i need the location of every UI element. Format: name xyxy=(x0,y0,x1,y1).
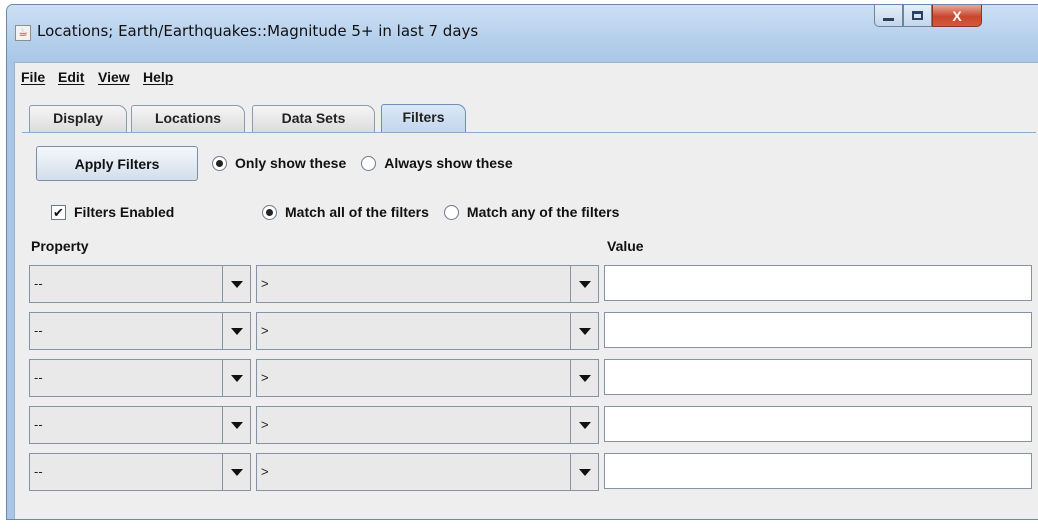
window-controls: X xyxy=(874,5,982,27)
chevron-down-icon xyxy=(230,327,243,335)
filters-enabled-checkbox[interactable]: ✔ xyxy=(51,204,66,220)
tab-data-sets[interactable]: Data Sets xyxy=(252,105,375,132)
value-input[interactable] xyxy=(604,453,1032,489)
radio-only-show[interactable] xyxy=(212,155,227,171)
operator-dropdown-value: > xyxy=(261,464,269,479)
match-mode-group: Match all of the filters Match any of th… xyxy=(262,204,619,220)
operator-dropdown[interactable]: > xyxy=(256,359,599,397)
operator-dropdown-value: > xyxy=(261,417,269,432)
minimize-icon xyxy=(883,18,894,21)
chevron-down-icon xyxy=(230,421,243,429)
dropdown-arrow-button[interactable] xyxy=(222,407,250,443)
property-dropdown[interactable]: -- xyxy=(29,359,251,397)
chevron-down-icon xyxy=(578,327,591,335)
dropdown-arrow-button[interactable] xyxy=(570,407,598,443)
value-input[interactable] xyxy=(604,406,1032,442)
operator-dropdown-value: > xyxy=(261,323,269,338)
dropdown-arrow-button[interactable] xyxy=(222,266,250,302)
radio-match-all-label: Match all of the filters xyxy=(285,204,429,220)
property-dropdown-value: -- xyxy=(34,323,43,338)
property-dropdown[interactable]: -- xyxy=(29,312,251,350)
dropdown-arrow-button[interactable] xyxy=(222,313,250,349)
window-title: Locations; Earth/Earthquakes::Magnitude … xyxy=(37,22,479,40)
chevron-down-icon xyxy=(578,468,591,476)
property-dropdown[interactable]: -- xyxy=(29,265,251,303)
tab-locations[interactable]: Locations xyxy=(131,105,245,132)
property-dropdown[interactable]: -- xyxy=(29,406,251,444)
radio-match-any[interactable] xyxy=(443,204,459,220)
property-dropdown-value: -- xyxy=(34,370,43,385)
maximize-button[interactable] xyxy=(903,5,932,27)
chevron-down-icon xyxy=(230,280,243,288)
tab-divider xyxy=(22,132,1036,133)
value-input[interactable] xyxy=(604,359,1032,395)
property-column-header: Property xyxy=(31,238,89,254)
close-button[interactable]: X xyxy=(932,5,982,27)
radio-match-all[interactable] xyxy=(262,204,277,220)
menu-view[interactable]: View xyxy=(98,69,130,85)
close-icon: X xyxy=(952,7,962,24)
dropdown-arrow-button[interactable] xyxy=(222,454,250,490)
operator-dropdown[interactable]: > xyxy=(256,265,599,303)
property-dropdown-value: -- xyxy=(34,276,43,291)
app-window: ☕ Locations; Earth/Earthquakes::Magnitud… xyxy=(6,4,1038,520)
value-input[interactable] xyxy=(604,312,1032,348)
menu-bar: File Edit View Help xyxy=(15,63,1038,91)
radio-match-any-label: Match any of the filters xyxy=(466,204,620,220)
tab-display[interactable]: Display xyxy=(29,105,127,132)
operator-dropdown[interactable]: > xyxy=(256,453,599,491)
radio-only-show-label: Only show these xyxy=(235,155,347,171)
maximize-icon xyxy=(912,11,923,20)
radio-always-show-label: Always show these xyxy=(384,155,513,171)
radio-selected-dot xyxy=(266,208,273,216)
value-input[interactable] xyxy=(604,265,1032,301)
tab-filters[interactable]: Filters xyxy=(381,104,466,132)
chevron-down-icon xyxy=(578,421,591,429)
operator-dropdown[interactable]: > xyxy=(256,312,599,350)
property-dropdown[interactable]: -- xyxy=(29,453,251,491)
filters-enabled-label: Filters Enabled xyxy=(74,204,175,220)
property-dropdown-value: -- xyxy=(34,417,43,432)
title-bar[interactable]: ☕ Locations; Earth/Earthquakes::Magnitud… xyxy=(7,5,1038,61)
dropdown-arrow-button[interactable] xyxy=(570,266,598,302)
value-column-header: Value xyxy=(607,238,644,254)
chevron-down-icon xyxy=(578,280,591,288)
dropdown-arrow-button[interactable] xyxy=(570,313,598,349)
show-mode-group: Only show these Always show these xyxy=(212,155,513,171)
menu-edit[interactable]: Edit xyxy=(58,69,84,85)
minimize-button[interactable] xyxy=(874,5,903,27)
radio-selected-dot xyxy=(216,159,223,167)
apply-filters-button[interactable]: Apply Filters xyxy=(36,146,198,181)
operator-dropdown[interactable]: > xyxy=(256,406,599,444)
menu-help[interactable]: Help xyxy=(143,69,173,85)
chevron-down-icon xyxy=(578,374,591,382)
operator-dropdown-value: > xyxy=(261,276,269,291)
main-panel: File Edit View Help Display Locations Da… xyxy=(14,62,1038,519)
dropdown-arrow-button[interactable] xyxy=(222,360,250,396)
menu-file[interactable]: File xyxy=(21,69,45,85)
dropdown-arrow-button[interactable] xyxy=(570,360,598,396)
operator-dropdown-value: > xyxy=(261,370,269,385)
chevron-down-icon xyxy=(230,468,243,476)
dropdown-arrow-button[interactable] xyxy=(570,454,598,490)
chevron-down-icon xyxy=(230,374,243,382)
property-dropdown-value: -- xyxy=(34,464,43,479)
java-cup-icon: ☕ xyxy=(15,25,31,41)
filters-enabled-row: ✔ Filters Enabled xyxy=(51,204,174,220)
radio-always-show[interactable] xyxy=(361,155,377,171)
